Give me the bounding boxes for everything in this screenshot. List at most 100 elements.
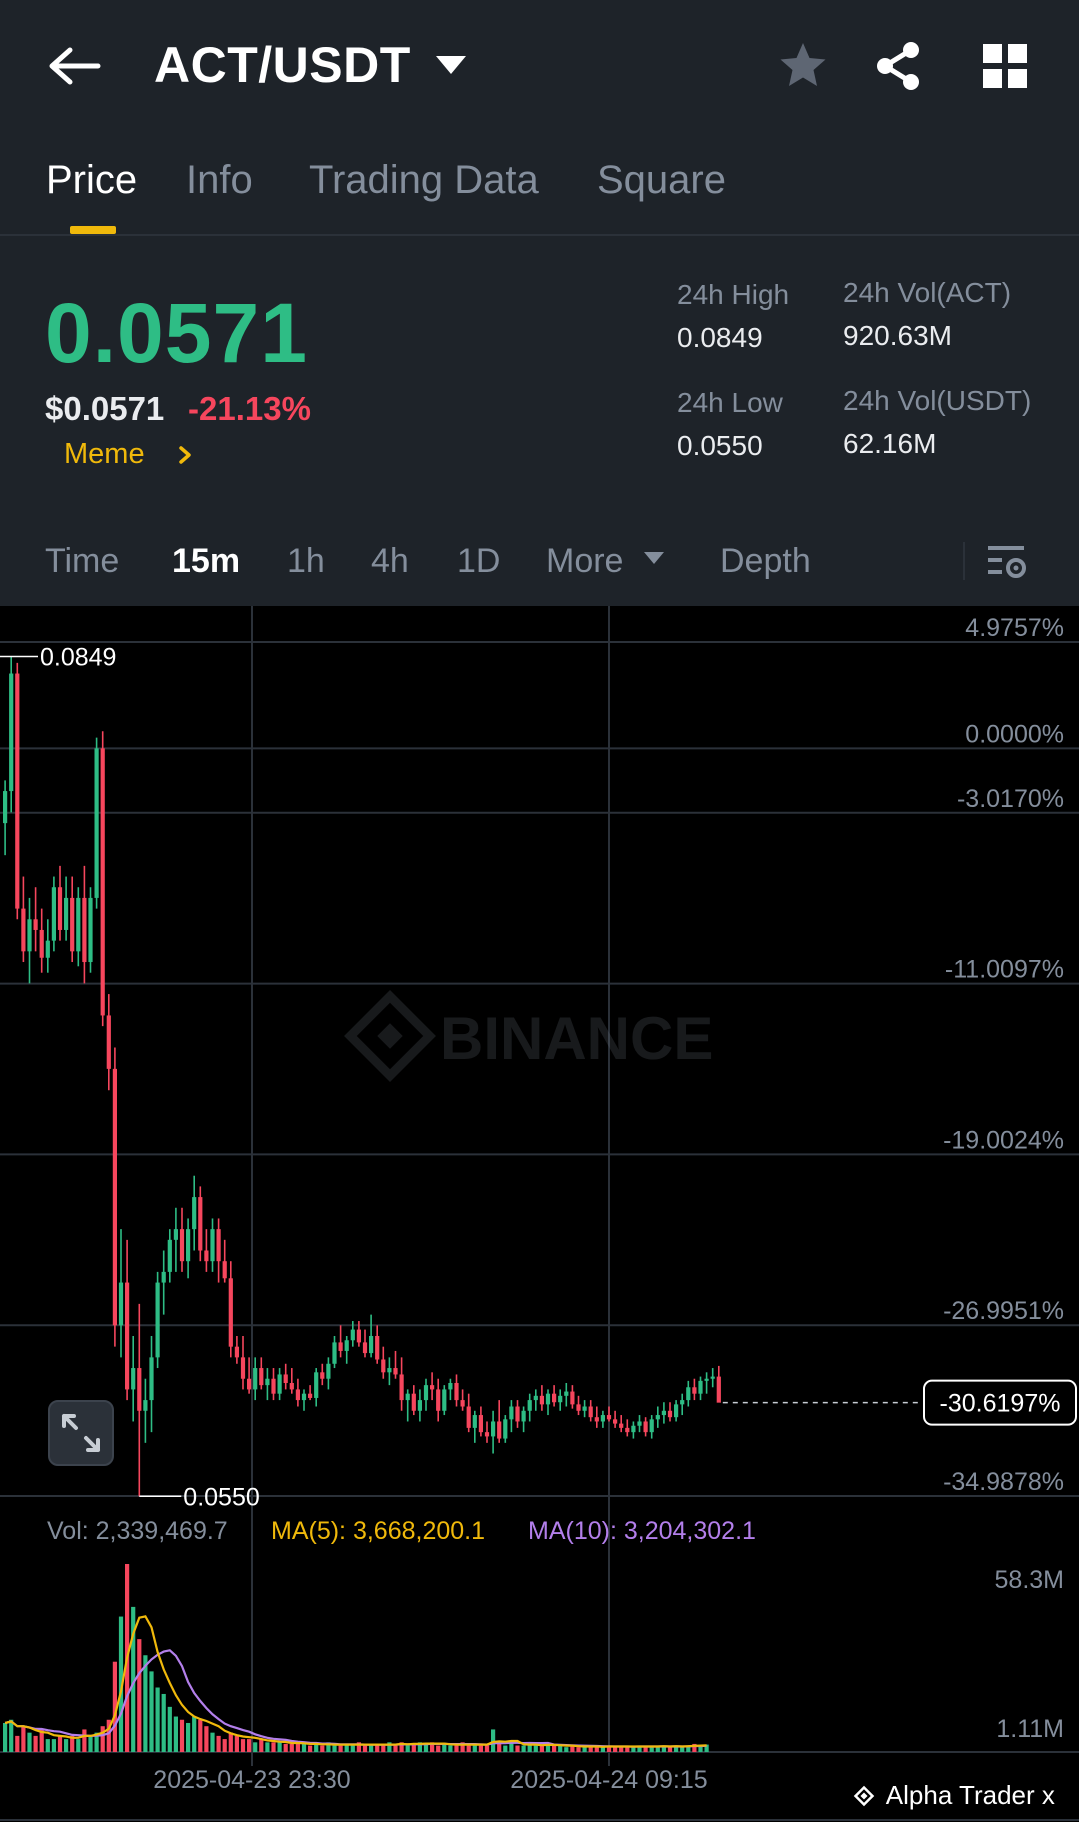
current-price-label: -30.6197% (940, 1390, 1061, 1418)
volume-bar (680, 1747, 685, 1752)
share-icon[interactable] (872, 40, 924, 92)
back-arrow-icon[interactable] (48, 44, 104, 88)
interval-depth[interactable]: Depth (720, 542, 811, 581)
volume-bar (222, 1739, 227, 1752)
category-tag-label: Meme (64, 438, 145, 470)
candle-body (149, 1357, 154, 1401)
candle-body (82, 897, 87, 963)
candle-body (247, 1378, 252, 1390)
candle-body (387, 1368, 392, 1373)
star-icon[interactable] (777, 40, 829, 92)
volume-bar (265, 1742, 270, 1752)
volume-bar (539, 1745, 544, 1752)
candle-body (100, 748, 105, 1016)
candle-body (558, 1395, 563, 1403)
candle-body (698, 1380, 703, 1394)
volume-axis-top-label: 58.3M (995, 1566, 1064, 1594)
volume-bar (515, 1745, 520, 1752)
candle-body (314, 1372, 319, 1398)
candle-body (649, 1419, 654, 1433)
volume-bar (301, 1743, 307, 1752)
candle-body (509, 1406, 514, 1420)
candle-body (137, 1368, 142, 1411)
volume-bar (558, 1745, 563, 1752)
volume-bar (51, 1739, 56, 1752)
volume-bar (564, 1747, 569, 1752)
candle-body (588, 1406, 593, 1418)
candle-body (515, 1406, 520, 1422)
candle-body (155, 1282, 160, 1358)
candle-body (350, 1329, 355, 1341)
candle-body (643, 1421, 648, 1433)
candle-body (143, 1400, 148, 1411)
candle-body (173, 1229, 178, 1240)
candle-body (472, 1415, 477, 1428)
grid-icon[interactable] (979, 40, 1031, 92)
candle-body (362, 1342, 368, 1354)
candle-body (289, 1383, 294, 1390)
ma10-line (4, 1649, 707, 1748)
volume-bar (631, 1747, 636, 1752)
interval-4h[interactable]: 4h (371, 542, 409, 581)
volume-bar (405, 1745, 410, 1752)
chart-settings-icon[interactable] (986, 542, 1028, 582)
vol-usdt-value: 62.16M (843, 428, 937, 459)
candle-body (576, 1404, 581, 1411)
volume-bar (33, 1735, 38, 1752)
candle-body (88, 897, 93, 963)
interval-time[interactable]: Time (45, 542, 119, 581)
tab-square[interactable]: Square (597, 158, 726, 203)
volume-bar (167, 1706, 172, 1752)
candle-body (564, 1391, 569, 1396)
candle-body (33, 919, 38, 930)
volume-bar (100, 1726, 105, 1752)
candle-body (466, 1406, 471, 1428)
candle-body (497, 1421, 502, 1439)
volume-bar (466, 1745, 471, 1752)
interval-1d[interactable]: 1D (457, 542, 500, 581)
candle-body (411, 1393, 416, 1411)
category-tag[interactable]: Meme (64, 438, 195, 471)
candlestick-chart: BINANCE 4.9757% 0.0000% -3.0170% -11.0097% -… (0, 606, 1079, 1821)
price-chart[interactable]: BINANCE 4.9757% 0.0000% -3.0170% -11.0097% -… (0, 606, 1079, 1822)
tab-bar: Price Info Trading Data Square (0, 140, 1079, 236)
candle-body (600, 1415, 605, 1422)
candle-body (106, 1015, 111, 1069)
volume-bar (582, 1747, 587, 1752)
high-marker-label: 0.0849 (40, 643, 116, 671)
candle-body (179, 1229, 185, 1262)
tab-trading-data[interactable]: Trading Data (309, 158, 539, 203)
interval-15m[interactable]: 15m (172, 542, 240, 581)
volume-bar (88, 1735, 93, 1752)
candle-body (710, 1376, 715, 1379)
volume-bar (655, 1747, 660, 1752)
candle-body (70, 897, 75, 952)
volume-bar (186, 1722, 191, 1752)
candle-body (582, 1406, 587, 1411)
candle-body (527, 1400, 532, 1411)
volume-bar (253, 1742, 258, 1752)
volume-bar (21, 1726, 26, 1752)
dropdown-caret-icon[interactable] (434, 52, 468, 78)
trading-pair-title[interactable]: ACT/USDT (154, 36, 411, 94)
candle-body (491, 1421, 496, 1437)
candle-body (240, 1357, 246, 1379)
fullscreen-button[interactable] (48, 1400, 114, 1466)
last-price: 0.0571 (45, 286, 308, 380)
volume-bar (643, 1747, 648, 1752)
candle-body (112, 1068, 117, 1326)
candle-body (655, 1415, 660, 1420)
interval-1h[interactable]: 1h (287, 542, 325, 581)
candle-body (460, 1400, 465, 1407)
candle-body (375, 1335, 380, 1360)
y-axis-tick-label: 0.0000% (965, 720, 1064, 748)
candle-body (539, 1395, 544, 1405)
candle-body (326, 1363, 331, 1379)
tab-info[interactable]: Info (186, 158, 253, 203)
interval-more[interactable]: More (546, 542, 665, 581)
candle-body (484, 1432, 490, 1437)
volume-bar (454, 1745, 459, 1752)
volume-axis-bottom-label: 1.11M (996, 1715, 1064, 1743)
tab-price[interactable]: Price (46, 158, 137, 203)
volume-summary: Vol: 2,339,469.7 (47, 1517, 228, 1545)
